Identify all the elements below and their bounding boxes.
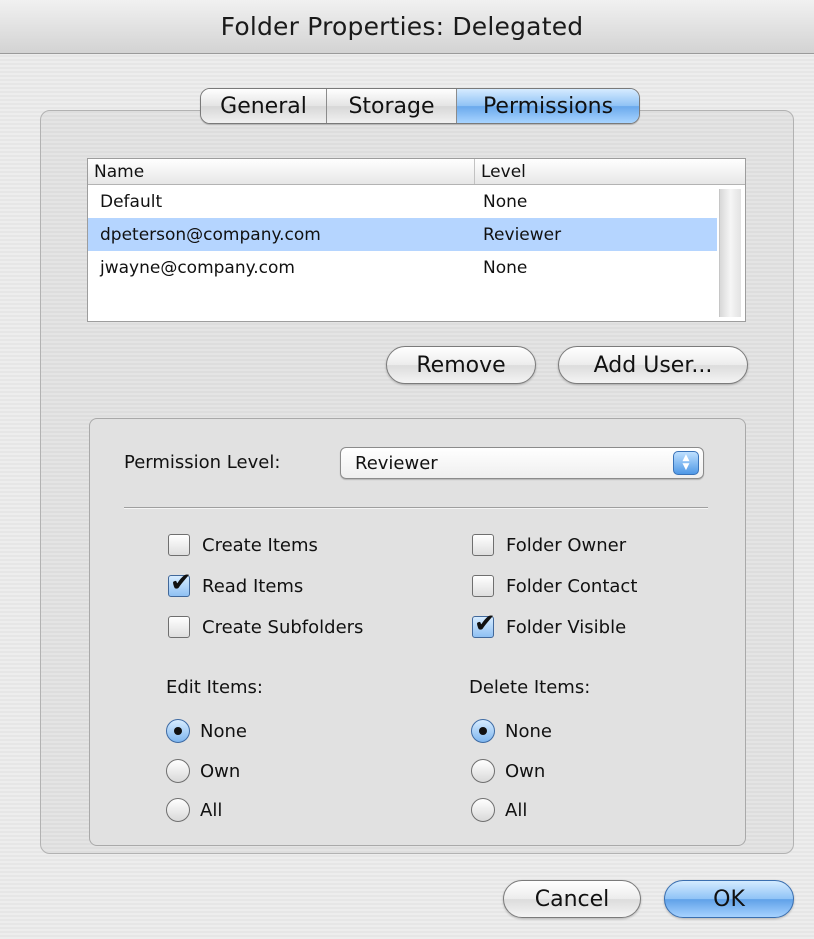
delete-items-all-radio[interactable]: All xyxy=(471,798,527,822)
radio-unselected[interactable] xyxy=(471,798,495,822)
table-row-selected[interactable]: dpeterson@company.com Reviewer xyxy=(88,218,717,251)
radio-unselected[interactable] xyxy=(471,759,495,783)
radio-selected[interactable] xyxy=(471,719,495,743)
delete-items-none-radio[interactable]: None xyxy=(471,719,552,743)
user-level-cell: None xyxy=(483,191,528,212)
tab-storage[interactable]: Storage xyxy=(327,89,457,123)
radio-label: Own xyxy=(505,760,546,782)
users-table: Name Level Default None dpeterson@compan… xyxy=(87,158,746,322)
tab-bar: General Storage Permissions xyxy=(200,88,640,124)
folder-properties-window: Folder Properties: Delegated General Sto… xyxy=(0,0,814,939)
tab-permissions[interactable]: Permissions xyxy=(457,89,639,123)
title-bar[interactable]: Folder Properties: Delegated xyxy=(0,0,814,54)
checkbox-unchecked[interactable] xyxy=(472,534,494,556)
vertical-scrollbar[interactable] xyxy=(719,189,741,317)
checkbox-checked[interactable] xyxy=(168,568,192,598)
permission-level-popup[interactable]: Reviewer ▲ ▼ xyxy=(340,447,704,479)
checkbox-label: Folder Contact xyxy=(506,575,638,597)
remove-button[interactable]: Remove xyxy=(386,346,536,384)
column-header-level[interactable]: Level xyxy=(475,159,745,184)
create-subfolders-checkbox[interactable]: Create Subfolders xyxy=(168,616,363,638)
separator xyxy=(124,507,708,509)
radio-label: None xyxy=(200,720,247,742)
folder-contact-checkbox[interactable]: Folder Contact xyxy=(472,575,637,597)
delete-items-label: Delete Items: xyxy=(469,677,591,698)
edit-items-label: Edit Items: xyxy=(166,677,263,698)
table-row[interactable]: Default None xyxy=(88,185,717,218)
user-name-cell: Default xyxy=(100,191,163,212)
add-user-button[interactable]: Add User... xyxy=(558,346,748,384)
radio-unselected[interactable] xyxy=(166,759,190,783)
user-name-cell: dpeterson@company.com xyxy=(100,224,321,245)
edit-items-all-radio[interactable]: All xyxy=(166,798,222,822)
tab-general[interactable]: General xyxy=(201,89,327,123)
checkbox-label: Create Items xyxy=(202,534,318,556)
column-header-name[interactable]: Name xyxy=(88,159,475,184)
checkbox-label: Folder Owner xyxy=(506,534,627,556)
user-level-cell: Reviewer xyxy=(483,224,562,245)
permission-level-value: Reviewer xyxy=(355,452,438,474)
table-row[interactable]: jwayne@company.com None xyxy=(88,251,717,284)
read-items-checkbox[interactable]: Read Items xyxy=(168,568,304,598)
checkbox-unchecked[interactable] xyxy=(168,616,190,638)
checkbox-label: Read Items xyxy=(202,575,304,597)
folder-owner-checkbox[interactable]: Folder Owner xyxy=(472,534,626,556)
checkbox-label: Folder Visible xyxy=(506,616,627,638)
user-name-cell: jwayne@company.com xyxy=(100,257,295,278)
radio-unselected[interactable] xyxy=(166,798,190,822)
popup-arrows-icon: ▲ ▼ xyxy=(673,451,699,475)
cancel-button[interactable]: Cancel xyxy=(503,880,641,918)
window-title: Folder Properties: Delegated xyxy=(220,12,584,41)
radio-label: Own xyxy=(200,760,241,782)
radio-selected[interactable] xyxy=(166,719,190,743)
edit-items-own-radio[interactable]: Own xyxy=(166,759,240,783)
table-header: Name Level xyxy=(88,159,745,185)
ok-button[interactable]: OK xyxy=(664,880,794,918)
radio-label: All xyxy=(200,799,223,821)
permission-level-label: Permission Level: xyxy=(124,452,281,473)
radio-label: All xyxy=(505,799,528,821)
delete-items-own-radio[interactable]: Own xyxy=(471,759,545,783)
checkbox-checked[interactable] xyxy=(472,609,496,639)
folder-visible-checkbox[interactable]: Folder Visible xyxy=(472,609,627,639)
checkbox-label: Create Subfolders xyxy=(202,616,364,638)
checkbox-unchecked[interactable] xyxy=(168,534,190,556)
create-items-checkbox[interactable]: Create Items xyxy=(168,534,318,556)
radio-label: None xyxy=(505,720,552,742)
checkbox-unchecked[interactable] xyxy=(472,575,494,597)
user-level-cell: None xyxy=(483,257,528,278)
edit-items-none-radio[interactable]: None xyxy=(166,719,247,743)
table-body: Default None dpeterson@company.com Revie… xyxy=(88,185,717,284)
